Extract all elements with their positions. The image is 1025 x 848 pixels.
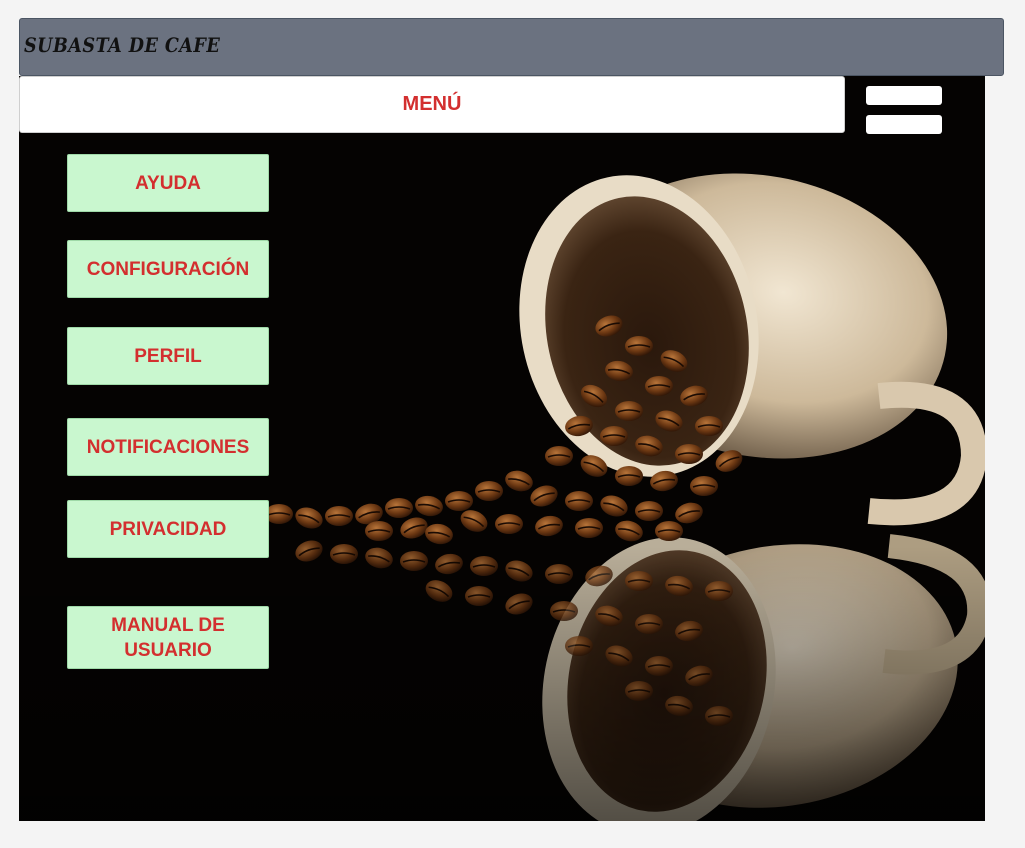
app-title: SUBASTA DE CAFE: [24, 33, 221, 57]
hamburger-bar-top: [866, 86, 942, 105]
menu-bar[interactable]: MENÚ: [19, 76, 845, 133]
help-button[interactable]: AYUDA: [67, 154, 269, 212]
user-manual-button[interactable]: MANUAL DE USUARIO: [67, 606, 269, 669]
settings-button[interactable]: CONFIGURACIÓN: [67, 240, 269, 298]
title-bar: SUBASTA DE CAFE: [19, 18, 1004, 76]
privacy-button[interactable]: PRIVACIDAD: [67, 500, 269, 558]
hamburger-menu-icon[interactable]: [864, 84, 944, 136]
hamburger-bar-bottom: [866, 115, 942, 134]
notifications-button[interactable]: NOTIFICACIONES: [67, 418, 269, 476]
main-canvas: MENÚ AYUDA CONFIGURACIÓN PERFIL NOTIFICA…: [19, 76, 985, 821]
profile-button[interactable]: PERFIL: [67, 327, 269, 385]
